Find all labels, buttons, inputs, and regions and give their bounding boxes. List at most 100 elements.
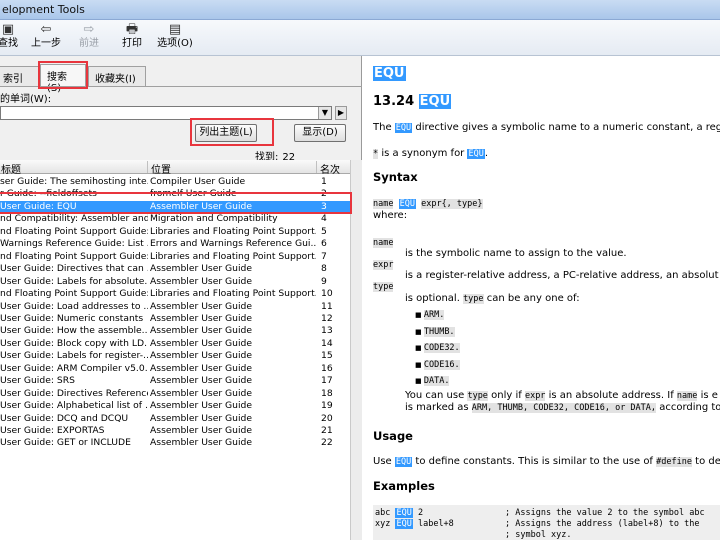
table-row[interactable]: ser Guide: The semihosting inte... Compil…: [0, 176, 350, 188]
cell-location: Assembler User Guide: [150, 362, 253, 374]
cell-location: Assembler User Guide: [150, 325, 253, 337]
cell-location: fromelf User Guide: [150, 188, 237, 200]
table-row[interactable]: User Guide: SRS Assembler User Guide 17: [0, 375, 350, 387]
cell-rank: 10: [321, 288, 333, 300]
table-row[interactable]: User Guide: ARM Compiler v5.0... Assemble…: [0, 363, 350, 375]
table-row[interactable]: User Guide: Numeric constants Assembler U…: [0, 313, 350, 325]
cell-title: nd Floating Point Support Guide: ...: [0, 225, 148, 237]
cell-title: nd Floating Point Support Guide: ...: [0, 288, 148, 300]
back-arrow-icon: ⇦: [40, 22, 52, 37]
table-row[interactable]: r Guide: --fieldoffsets fromelf User Guid…: [0, 188, 350, 200]
cell-rank: 17: [321, 375, 333, 387]
display-button[interactable]: 显示(D): [294, 124, 346, 142]
section-heading: 13.24 EQU: [373, 94, 452, 109]
def-desc-type: is optional. type can be any one of:: [405, 293, 580, 304]
usage-heading: Usage: [373, 429, 413, 443]
forward-arrow-icon: ⇨: [83, 22, 95, 37]
options-icon: ▤: [168, 22, 182, 37]
table-row[interactable]: Warnings Reference Guide: List ... Errors…: [0, 238, 350, 250]
cell-location: Libraries and Floating Point Support...: [150, 288, 316, 300]
table-row[interactable]: User Guide: How the assemble... Assembler…: [0, 325, 350, 337]
cell-rank: 21: [321, 425, 333, 436]
keyword-input[interactable]: ▼: [0, 106, 332, 120]
print-button[interactable]: 🖶 打印: [112, 22, 152, 54]
example-line-2: xyz EQU label+8: [375, 519, 454, 529]
nav-tabs: 索引 搜索(S) 收藏夹(I): [0, 64, 362, 94]
cell-location: Compiler User Guide: [150, 176, 246, 187]
cell-title: Warnings Reference Guide: List ...: [0, 238, 148, 250]
type-list-item: ■ ARM.: [415, 310, 445, 320]
intro-paragraph: The EQU directive gives a symbolic name …: [373, 122, 720, 133]
cell-location: Assembler User Guide: [150, 387, 253, 399]
example-comment-2: ; Assigns the address (label+8) to the: [505, 519, 700, 529]
table-row[interactable]: User Guide: Block copy with LD... Assembl…: [0, 338, 350, 350]
back-button[interactable]: ⇦ 上一步: [26, 22, 66, 54]
table-row[interactable]: User Guide: DCQ and DCQU Assembler User G…: [0, 413, 350, 425]
cell-rank: 20: [321, 412, 333, 424]
find-button[interactable]: ▣ 查找: [0, 22, 28, 54]
cell-location: Assembler User Guide: [150, 263, 253, 275]
table-row[interactable]: nd Floating Point Support Guide: ... Libr…: [0, 226, 350, 238]
where-label: where:: [373, 210, 408, 221]
cell-location: Assembler User Guide: [150, 300, 253, 312]
type-list-item: ■ CODE16.: [415, 359, 460, 370]
cell-rank: 19: [321, 400, 333, 412]
cell-rank: 1: [321, 176, 327, 187]
tab-favorites[interactable]: 收藏夹(I): [88, 66, 146, 86]
cell-title: User Guide: Directives Reference: [0, 387, 148, 399]
cell-title: User Guide: Load addresses to ...: [0, 300, 148, 312]
cell-rank: 7: [321, 250, 327, 262]
table-row[interactable]: nd Floating Point Support Guide: ... Libr…: [0, 288, 350, 300]
table-row[interactable]: User Guide: Load addresses to ... Assembl…: [0, 301, 350, 313]
cell-location: Errors and Warnings Reference Gui...: [150, 238, 316, 250]
table-row[interactable]: User Guide: GET or INCLUDE Assembler User…: [0, 437, 350, 449]
table-row[interactable]: User Guide: EQU Assembler User Guide 3: [0, 200, 350, 214]
results-header: 标题 位置 名次: [0, 160, 350, 176]
chevron-down-icon[interactable]: ▼: [318, 107, 331, 119]
toolbar: ▣ 查找 ⇦ 上一步 ⇨ 前进 🖶 打印 ▤ 选项(O): [0, 20, 720, 56]
list-topics-button[interactable]: 列出主题(L): [195, 124, 257, 142]
chevron-right-icon[interactable]: ▶: [335, 106, 347, 120]
cell-rank: 18: [321, 387, 333, 399]
tab-index[interactable]: 索引: [0, 66, 40, 86]
cell-rank: 6: [321, 238, 327, 250]
table-row[interactable]: User Guide: Alphabetical list of ... Asse…: [0, 400, 350, 412]
table-row[interactable]: User Guide: Directives that can ... Assem…: [0, 263, 350, 275]
def-desc-expr: is a register-relative address, a PC-rel…: [405, 270, 719, 281]
table-row[interactable]: User Guide: EXPORTAS Assembler User Guide…: [0, 425, 350, 437]
cell-rank: 4: [321, 213, 327, 225]
cell-title: User Guide: SRS: [0, 375, 75, 387]
table-row[interactable]: User Guide: Labels for absolute... Assemb…: [0, 276, 350, 288]
cell-title: User Guide: Numeric constants: [0, 312, 144, 324]
def-term-name: name: [373, 238, 394, 248]
table-row[interactable]: nd Floating Point Support Guide: ... Libr…: [0, 251, 350, 263]
cell-rank: 16: [321, 362, 333, 374]
cell-title: User Guide: Alphabetical list of ...: [0, 400, 148, 412]
cell-location: Assembler User Guide: [150, 350, 253, 362]
header-title[interactable]: 标题: [0, 161, 147, 176]
syntax-heading: Syntax: [373, 170, 418, 184]
cell-location: Assembler User Guide: [150, 375, 253, 387]
cell-rank: 11: [321, 300, 333, 312]
cell-location: Assembler User Guide: [150, 412, 253, 424]
cell-title: User Guide: Labels for absolute...: [0, 275, 148, 287]
cell-location: Libraries and Floating Point Support...: [150, 250, 316, 262]
cell-rank: 5: [321, 225, 327, 237]
results-list: ser Guide: The semihosting inte... Compil…: [0, 174, 350, 540]
options-button[interactable]: ▤ 选项(O): [155, 22, 195, 54]
table-row[interactable]: User Guide: Labels for register-... Assem…: [0, 350, 350, 362]
cell-location: Libraries and Floating Point Support...: [150, 225, 316, 237]
header-location[interactable]: 位置: [147, 161, 316, 176]
table-row[interactable]: nd Compatibility: Assembler and ... Migra…: [0, 213, 350, 225]
cell-location: Assembler User Guide: [150, 400, 253, 412]
printer-icon: 🖶: [125, 22, 139, 37]
def-term-type: type: [373, 282, 394, 292]
header-rank[interactable]: 名次: [316, 161, 350, 176]
table-row[interactable]: User Guide: Directives Reference Assemble…: [0, 388, 350, 400]
results-scrollbar[interactable]: [350, 160, 362, 540]
cell-location: Migration and Compatibility: [150, 213, 278, 225]
synonym-note: * is a synonym for EQU.: [373, 148, 489, 159]
tab-search[interactable]: 搜索(S): [40, 64, 86, 94]
forward-button[interactable]: ⇨ 前进: [69, 22, 109, 54]
examples-heading: Examples: [373, 479, 435, 493]
